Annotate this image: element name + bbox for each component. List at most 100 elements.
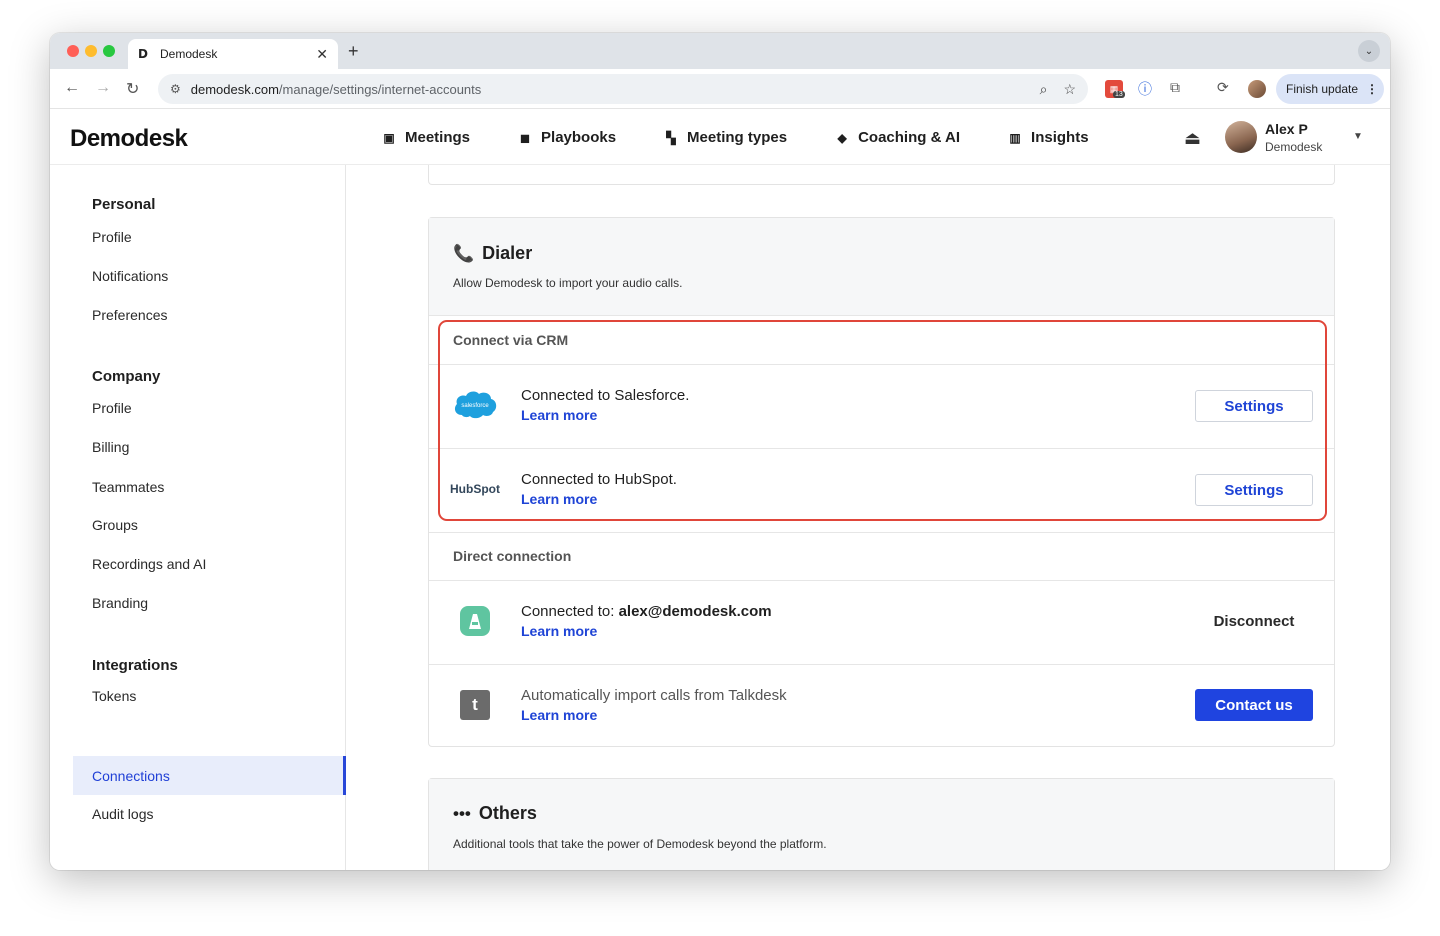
bookmark-star-icon[interactable]: ☆ (1063, 81, 1076, 98)
reload-icon[interactable]: ↻ (126, 79, 139, 99)
aircall-learn-more-link[interactable]: Learn more (521, 623, 597, 639)
sidebar-item-personal-profile[interactable]: Profile (73, 217, 346, 256)
dialer-title: 📞 Dialer (453, 243, 532, 264)
top-navigation: ▣ Meetings ◼ Playbooks ▚ Meeting types ◆… (382, 110, 1137, 165)
divider (429, 364, 1334, 365)
nav-label: Playbooks (541, 129, 617, 146)
nav-coaching-ai[interactable]: ◆ Coaching & AI (835, 129, 960, 146)
connect-via-crm-label: Connect via CRM (453, 332, 569, 348)
dialer-title-text: Dialer (482, 243, 533, 263)
zoom-icon[interactable]: ⌕ (1040, 81, 1048, 98)
tab-search-chevron-icon[interactable]: ⌄ (1358, 40, 1380, 62)
minimize-window-button[interactable] (85, 45, 97, 57)
talkdesk-learn-more-link[interactable]: Learn more (521, 707, 597, 723)
hubspot-settings-button[interactable]: Settings (1195, 474, 1313, 506)
sidebar-item-preferences[interactable]: Preferences (73, 295, 346, 334)
demodesk-favicon-icon: D (138, 47, 148, 61)
grid-icon: ▚ (666, 130, 676, 145)
contact-us-button[interactable]: Contact us (1195, 689, 1313, 721)
more-dots-icon: ••• (453, 803, 471, 823)
nav-label: Meeting types (687, 129, 788, 146)
others-title-text: Others (478, 803, 537, 823)
maximize-window-button[interactable] (103, 45, 115, 57)
user-name: Alex P (1265, 121, 1308, 137)
nav-insights[interactable]: ▥ Insights (1008, 129, 1088, 146)
url-host: demodesk.com (190, 81, 279, 97)
new-tab-button[interactable]: + (348, 41, 359, 62)
sidebar-item-company-profile[interactable]: Profile (73, 388, 346, 427)
divider (429, 448, 1334, 449)
browser-tab[interactable]: D Demodesk ✕ (128, 39, 338, 69)
close-window-button[interactable] (67, 45, 79, 57)
user-organization: Demodesk (1265, 140, 1323, 154)
salesforce-logo: salesforce (452, 388, 498, 422)
sidebar-item-teammates[interactable]: Teammates (73, 467, 346, 506)
sidebar-item-recordings-ai[interactable]: Recordings and AI (73, 544, 346, 583)
salesforce-settings-button[interactable]: Settings (1195, 390, 1313, 422)
talkdesk-logo-mark: t (460, 690, 490, 720)
talkdesk-logo: t (452, 688, 498, 722)
tab-title: Demodesk (160, 47, 218, 61)
aircall-status: Connected to: alex@demodesk.com (521, 603, 772, 620)
hubspot-learn-more-link[interactable]: Learn more (521, 491, 597, 507)
extensions-puzzle-icon[interactable]: ⧉ (1170, 79, 1180, 96)
sidebar-item-billing[interactable]: Billing (73, 427, 346, 466)
site-settings-icon[interactable]: ⚙ (170, 82, 181, 96)
divider (429, 580, 1334, 581)
sidebar-item-connections[interactable]: Connections (73, 756, 346, 795)
aircall-status-prefix: Connected to: (521, 603, 619, 620)
dialer-card-header: 📞 Dialer Allow Demodesk to import your a… (429, 218, 1334, 316)
address-bar[interactable]: ⚙ demodesk.com/manage/settings/internet-… (158, 74, 1088, 104)
settings-main: 📞 Dialer Allow Demodesk to import your a… (347, 165, 1390, 870)
direct-connection-label: Direct connection (453, 548, 572, 564)
hubspot-logo: HubSpot (450, 482, 500, 496)
demodesk-logo[interactable]: Demodesk (70, 125, 188, 153)
service-bell-icon[interactable]: ⏏ (1184, 128, 1201, 149)
close-tab-icon[interactable]: ✕ (316, 46, 328, 63)
nav-label: Coaching & AI (858, 129, 961, 146)
settings-sidebar: Personal Profile Notifications Preferenc… (50, 165, 346, 870)
user-avatar[interactable] (1225, 121, 1257, 153)
aircall-email: alex@demodesk.com (618, 603, 772, 620)
back-arrow-icon[interactable]: ← (64, 79, 80, 97)
password-manager-icon[interactable]: ⓘ (1138, 79, 1152, 99)
aircall-logo (452, 604, 498, 638)
graduation-cap-icon: ◆ (837, 130, 847, 145)
sidebar-item-tokens[interactable]: Tokens (73, 676, 346, 715)
divider (429, 664, 1334, 665)
sidebar-item-audit-logs[interactable]: Audit logs (73, 794, 346, 833)
disconnect-button[interactable]: Disconnect (1195, 605, 1313, 637)
nav-meeting-types[interactable]: ▚ Meeting types (664, 129, 787, 146)
sidebar-item-groups[interactable]: Groups (73, 505, 346, 544)
nav-meetings[interactable]: ▣ Meetings (382, 129, 470, 146)
user-menu-caret-icon[interactable]: ▼ (1353, 131, 1363, 142)
svg-text:salesforce: salesforce (461, 403, 489, 409)
others-title: ••• Others (453, 803, 537, 824)
profile-avatar[interactable] (1248, 80, 1266, 98)
chart-icon: ▥ (1009, 130, 1021, 145)
browser-toolbar: ← → ↻ ⚙ demodesk.com/manage/settings/int… (50, 69, 1390, 109)
hubspot-status: Connected to HubSpot. (521, 471, 677, 488)
sidebar-item-branding[interactable]: Branding (73, 583, 346, 622)
extension-badge: 13 (1113, 91, 1125, 98)
more-options-icon: ⋮ (1366, 82, 1379, 96)
sidebar-heading-company: Company (92, 368, 161, 385)
others-card: ••• Others Additional tools that take th… (428, 778, 1335, 870)
sidebar-item-notifications[interactable]: Notifications (73, 256, 346, 295)
sidebar-heading-integrations: Integrations (92, 657, 178, 674)
nav-playbooks[interactable]: ◼ Playbooks (518, 129, 616, 146)
url-path: /manage/settings/internet-accounts (278, 81, 482, 97)
sync-icon[interactable]: ⟳ (1217, 79, 1229, 96)
salesforce-status: Connected to Salesforce. (521, 387, 690, 404)
forward-arrow-icon[interactable]: → (95, 79, 111, 97)
dialer-card: 📞 Dialer Allow Demodesk to import your a… (428, 217, 1335, 747)
browser-titlebar: D Demodesk ✕ + ⌄ (50, 33, 1390, 69)
calendar-icon: ▣ (383, 130, 395, 145)
dialer-description: Allow Demodesk to import your audio call… (453, 276, 683, 290)
sidebar-heading-personal: Personal (92, 196, 156, 213)
salesforce-learn-more-link[interactable]: Learn more (521, 407, 597, 423)
finish-update-button[interactable]: Finish update ⋮ (1276, 74, 1384, 104)
others-card-header: ••• Others Additional tools that take th… (429, 779, 1334, 870)
phone-icon: 📞 (453, 243, 475, 263)
talkdesk-status: Automatically import calls from Talkdesk (521, 687, 787, 704)
